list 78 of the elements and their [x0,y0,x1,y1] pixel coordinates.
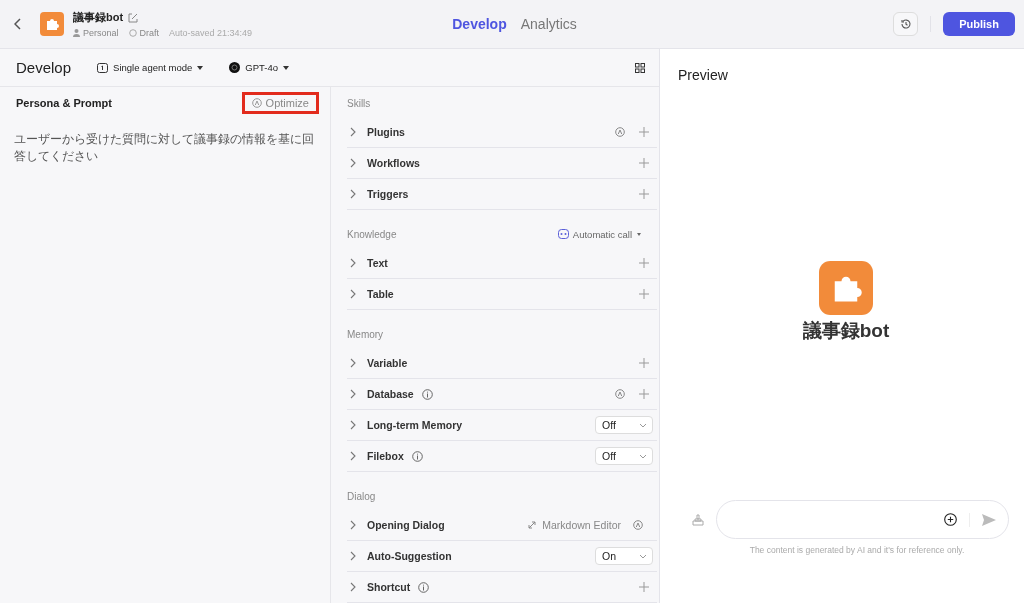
row-label: Workflows [367,157,420,169]
mode-dropdown[interactable]: Single agent mode [97,62,204,73]
chevron-down-icon [639,553,647,559]
add-icon[interactable] [944,513,957,526]
section-title: Skills [347,97,371,109]
chevron-icon[interactable] [350,258,356,268]
row-label: Opening Dialog [367,519,445,531]
section-title: Dialog [347,490,376,502]
plus-icon[interactable] [639,358,649,368]
chevron-icon[interactable] [350,158,356,168]
plus-icon[interactable] [639,158,649,168]
section-title: Persona & Prompt [16,96,112,109]
row-label: Auto-Suggestion [367,550,452,562]
bot-title: 議事録bot [73,10,124,25]
chevron-icon[interactable] [350,551,356,561]
chevron-icon[interactable] [350,189,356,199]
section-title: Knowledge [347,228,397,240]
chevron-icon[interactable] [350,582,356,592]
tab[interactable]: Develop [452,16,507,32]
plus-icon[interactable] [639,189,649,199]
expand-icon [528,521,537,529]
history-button[interactable] [893,12,918,36]
chevron-icon[interactable] [350,127,356,137]
row-label: Long-term Memory [367,419,463,431]
row-label: Shortcut [367,581,411,593]
publish-button[interactable]: Publish [943,12,1015,36]
panel-title: Develop [16,59,72,76]
draft-icon [128,29,137,37]
space-label: Personal [83,28,119,38]
prompt-editor[interactable]: ユーザーから受けた質問に対して議事録の情報を基に回答してください [0,118,314,165]
info-icon[interactable] [418,581,430,593]
toggle-dropdown[interactable]: Off [595,416,653,434]
person-icon [73,29,80,37]
chevron-icon[interactable] [350,520,356,530]
chevron-icon[interactable] [350,289,356,299]
model-logo-icon [229,62,241,73]
chevron-icon[interactable] [350,420,356,430]
history-icon [899,18,912,30]
plus-icon[interactable] [639,389,649,399]
row-label: Database [367,388,414,400]
grid-icon[interactable] [635,62,645,73]
tab[interactable]: Analytics [520,16,577,32]
model-dropdown[interactable]: GPT-4o [229,62,290,73]
section-title: Memory [347,328,384,340]
puzzle-icon [819,261,873,315]
agent-icon [97,62,109,73]
row-label: Filebox [367,450,404,462]
panel-title: Preview [677,66,729,85]
bot-name: 議事録bot [802,319,890,343]
autosave-label: Auto-saved 21:34:49 [169,28,253,38]
call-mode-dropdown[interactable]: Automatic call [557,228,641,240]
toggle-dropdown[interactable]: Off [595,447,653,465]
row-label: Plugins [367,126,405,138]
plus-icon[interactable] [639,582,649,592]
plus-icon[interactable] [639,289,649,299]
editor-link[interactable]: Markdown Editor [528,519,621,531]
chevron-down-icon [639,453,647,459]
row-label: Table [367,288,394,300]
row-label: Variable [367,357,408,369]
robot-icon [557,229,569,239]
plus-icon[interactable] [639,127,649,137]
chevron-icon[interactable] [350,389,356,399]
toggle-dropdown[interactable]: On [595,547,653,565]
chevron-down-icon [639,422,647,428]
puzzle-icon [40,12,64,36]
plus-icon[interactable] [639,258,649,268]
edit-icon[interactable] [128,12,139,23]
ai-icon [251,97,262,108]
status-label: Draft [139,28,160,38]
row-label: Text [367,257,388,269]
chevron-icon[interactable] [350,358,356,368]
disclaimer-text: The content is generated by AI and it's for reference only. [748,545,966,555]
row-label: Triggers [367,188,409,200]
info-icon[interactable] [421,388,433,400]
chevron-icon[interactable] [350,451,356,461]
broom-icon[interactable] [692,513,704,526]
back-icon[interactable] [14,18,22,30]
info-icon[interactable] [411,450,423,462]
